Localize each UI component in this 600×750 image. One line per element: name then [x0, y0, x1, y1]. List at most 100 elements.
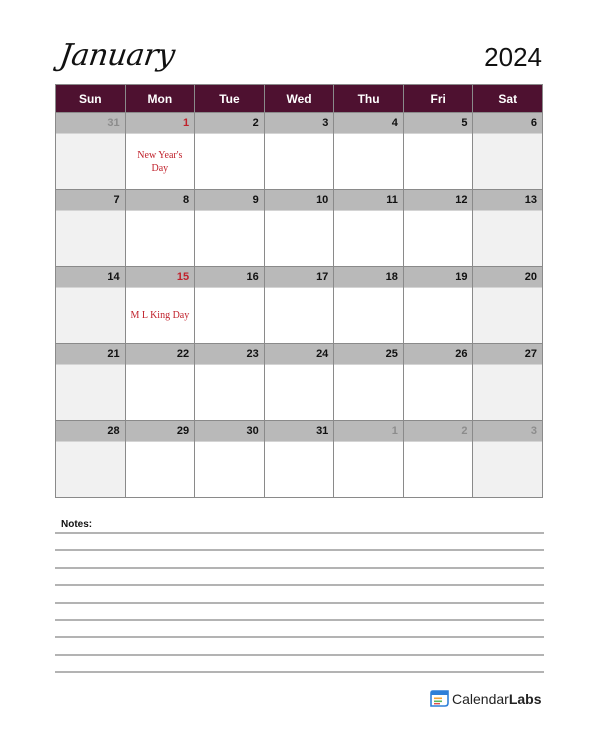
day-cell[interactable]: 19 — [403, 267, 474, 344]
day-cell[interactable]: 24 — [264, 344, 335, 421]
day-cell[interactable]: 1 New Year's Day — [125, 113, 196, 190]
weekday-header: Sun — [56, 85, 126, 113]
day-body — [264, 365, 334, 420]
day-cell[interactable]: 4 — [334, 113, 404, 190]
day-cell[interactable]: 20 — [473, 267, 544, 344]
day-cell[interactable]: 30 — [195, 421, 265, 498]
day-number: 1 — [125, 113, 195, 134]
day-body — [125, 442, 195, 497]
brand-name-regular: Calendar — [452, 690, 509, 707]
brand-logo: CalendarLabs — [430, 690, 542, 707]
week-row: 7 8 9 10 11 12 13 — [56, 190, 544, 267]
day-cell[interactable]: 12 — [403, 190, 474, 267]
day-body — [125, 211, 195, 266]
day-body — [56, 442, 125, 497]
day-number: 27 — [473, 344, 543, 365]
weeks-container: 31 1 New Year's Day 2 3 4 5 6 7 8 9 10 11 12 13 14 15 M L… — [56, 113, 544, 498]
day-cell[interactable]: 16 — [195, 267, 265, 344]
day-number: 31 — [264, 421, 334, 442]
day-number: 10 — [264, 190, 334, 211]
day-body — [56, 288, 125, 343]
note-line[interactable] — [55, 604, 544, 621]
day-number: 12 — [403, 190, 473, 211]
day-body — [195, 442, 264, 497]
day-cell[interactable]: 6 — [473, 113, 544, 190]
day-body: New Year's Day — [125, 134, 195, 189]
day-number: 29 — [125, 421, 195, 442]
day-body — [264, 288, 334, 343]
day-cell[interactable]: 28 — [56, 421, 126, 498]
day-cell[interactable]: 15 M L King Day — [125, 267, 196, 344]
day-number: 23 — [195, 344, 264, 365]
day-cell[interactable]: 23 — [195, 344, 265, 421]
day-number: 13 — [473, 190, 543, 211]
day-cell[interactable]: 26 — [403, 344, 474, 421]
day-number: 18 — [334, 267, 403, 288]
note-line[interactable] — [55, 551, 544, 569]
day-body — [56, 211, 125, 266]
day-number: 31 — [56, 113, 125, 134]
day-cell[interactable]: 22 — [125, 344, 196, 421]
day-cell[interactable]: 17 — [264, 267, 335, 344]
day-cell[interactable]: 7 — [56, 190, 126, 267]
note-line[interactable] — [55, 638, 544, 656]
note-line[interactable] — [55, 534, 544, 552]
day-body — [403, 134, 473, 189]
brand-name-bold: Labs — [508, 690, 542, 707]
day-cell[interactable]: 5 — [403, 113, 474, 190]
day-number: 3 — [264, 113, 334, 134]
day-number: 22 — [125, 344, 195, 365]
day-number: 15 — [125, 267, 195, 288]
day-cell[interactable]: 3 — [264, 113, 335, 190]
day-cell[interactable]: 2 — [403, 421, 474, 498]
day-cell[interactable]: 13 — [473, 190, 544, 267]
weekday-header: Wed — [264, 85, 335, 113]
day-cell[interactable]: 8 — [125, 190, 196, 267]
note-line[interactable] — [55, 586, 544, 604]
brand-name: CalendarLabs — [452, 691, 542, 707]
notes-section: Notes: — [55, 519, 544, 674]
day-cell[interactable]: 1 — [334, 421, 404, 498]
day-body — [195, 134, 264, 189]
day-cell[interactable]: 31 — [264, 421, 335, 498]
notes-label: Notes: — [61, 519, 93, 530]
day-body — [334, 288, 403, 343]
day-number: 2 — [195, 113, 264, 134]
day-cell[interactable]: 31 — [56, 113, 126, 190]
week-row: 31 1 New Year's Day 2 3 4 5 6 — [56, 113, 544, 190]
day-body — [473, 288, 543, 343]
day-body — [473, 442, 543, 497]
day-cell[interactable]: 3 — [473, 421, 544, 498]
week-row: 28 29 30 31 1 2 3 — [56, 421, 544, 498]
day-cell[interactable]: 25 — [334, 344, 404, 421]
day-cell[interactable]: 11 — [334, 190, 404, 267]
day-number: 5 — [403, 113, 473, 134]
day-number: 7 — [56, 190, 125, 211]
day-body — [56, 365, 125, 420]
day-number: 4 — [334, 113, 403, 134]
day-number: 25 — [334, 344, 403, 365]
day-cell[interactable]: 27 — [473, 344, 544, 421]
weekday-header: Thu — [334, 85, 404, 113]
day-cell[interactable]: 2 — [195, 113, 265, 190]
day-body — [473, 134, 543, 189]
day-number: 30 — [195, 421, 264, 442]
day-number: 6 — [473, 113, 543, 134]
day-cell[interactable]: 14 — [56, 267, 126, 344]
note-line[interactable] — [55, 569, 544, 587]
day-cell[interactable]: 10 — [264, 190, 335, 267]
day-number: 9 — [195, 190, 264, 211]
day-cell[interactable]: 21 — [56, 344, 126, 421]
day-cell[interactable]: 29 — [125, 421, 196, 498]
day-body — [264, 134, 334, 189]
day-cell[interactable]: 18 — [334, 267, 404, 344]
day-body — [334, 211, 403, 266]
day-number: 19 — [403, 267, 473, 288]
day-body — [473, 211, 543, 266]
day-cell[interactable]: 9 — [195, 190, 265, 267]
note-line[interactable] — [55, 621, 544, 639]
day-body — [403, 288, 473, 343]
day-body — [195, 211, 264, 266]
note-line[interactable] — [55, 656, 544, 674]
day-number: 20 — [473, 267, 543, 288]
